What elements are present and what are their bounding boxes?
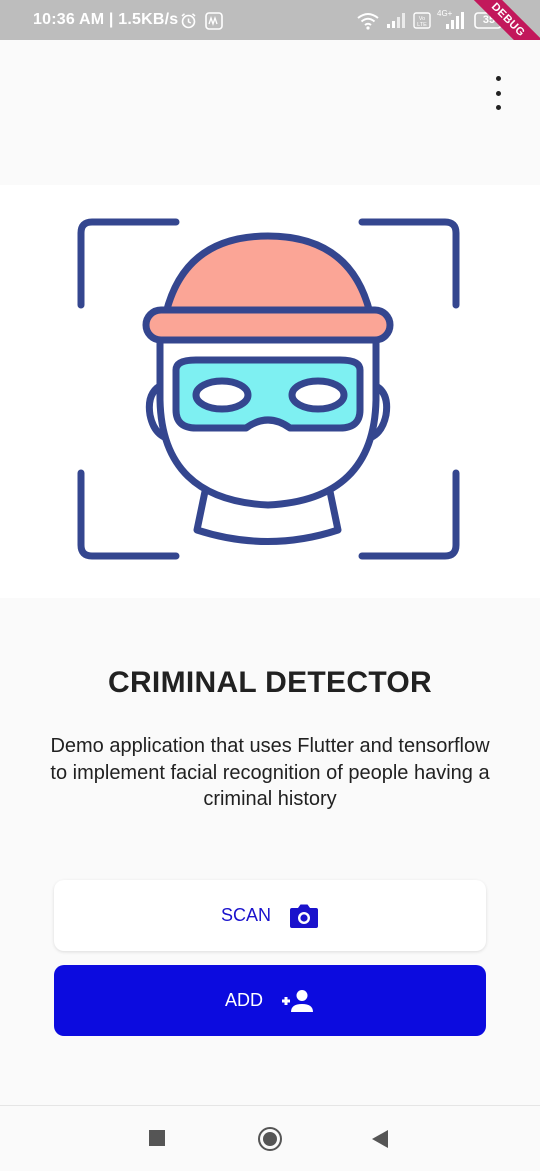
- status-bar: 10:36 AM | 1.5KB/s Vo LTE 4G+ 35: [0, 0, 540, 40]
- notification-icon: [205, 12, 223, 30]
- recents-icon[interactable]: [149, 1130, 165, 1146]
- home-icon[interactable]: [258, 1127, 282, 1151]
- person-add-icon: [282, 989, 313, 1012]
- status-time: 10:36 AM | 1.5KB/s: [33, 11, 179, 28]
- svg-text:LTE: LTE: [417, 22, 427, 28]
- 4g-signal-icon: 4G+: [437, 9, 464, 29]
- alarm-icon: [181, 13, 196, 29]
- app-bar: [0, 40, 540, 185]
- scan-button-label: SCAN: [220, 905, 271, 925]
- add-button[interactable]: ADD: [54, 965, 486, 1036]
- page-title: CRIMINAL DETECTOR: [108, 666, 432, 699]
- volte-icon: Vo LTE: [413, 12, 431, 29]
- scan-button[interactable]: SCAN: [54, 880, 486, 951]
- system-nav-bar: [0, 1105, 540, 1171]
- wifi-icon: [357, 13, 379, 30]
- add-button-label: ADD: [224, 990, 263, 1010]
- back-icon[interactable]: [372, 1130, 388, 1148]
- more-vert-icon[interactable]: [486, 76, 510, 110]
- camera-icon: [290, 904, 318, 928]
- svg-text:4G+: 4G+: [437, 9, 453, 18]
- hero-image: [0, 185, 540, 598]
- criminal-face-scan-illustration: [77, 218, 460, 560]
- signal-icon: [387, 13, 405, 28]
- app-description: Demo application that uses Flutter and t…: [50, 735, 490, 810]
